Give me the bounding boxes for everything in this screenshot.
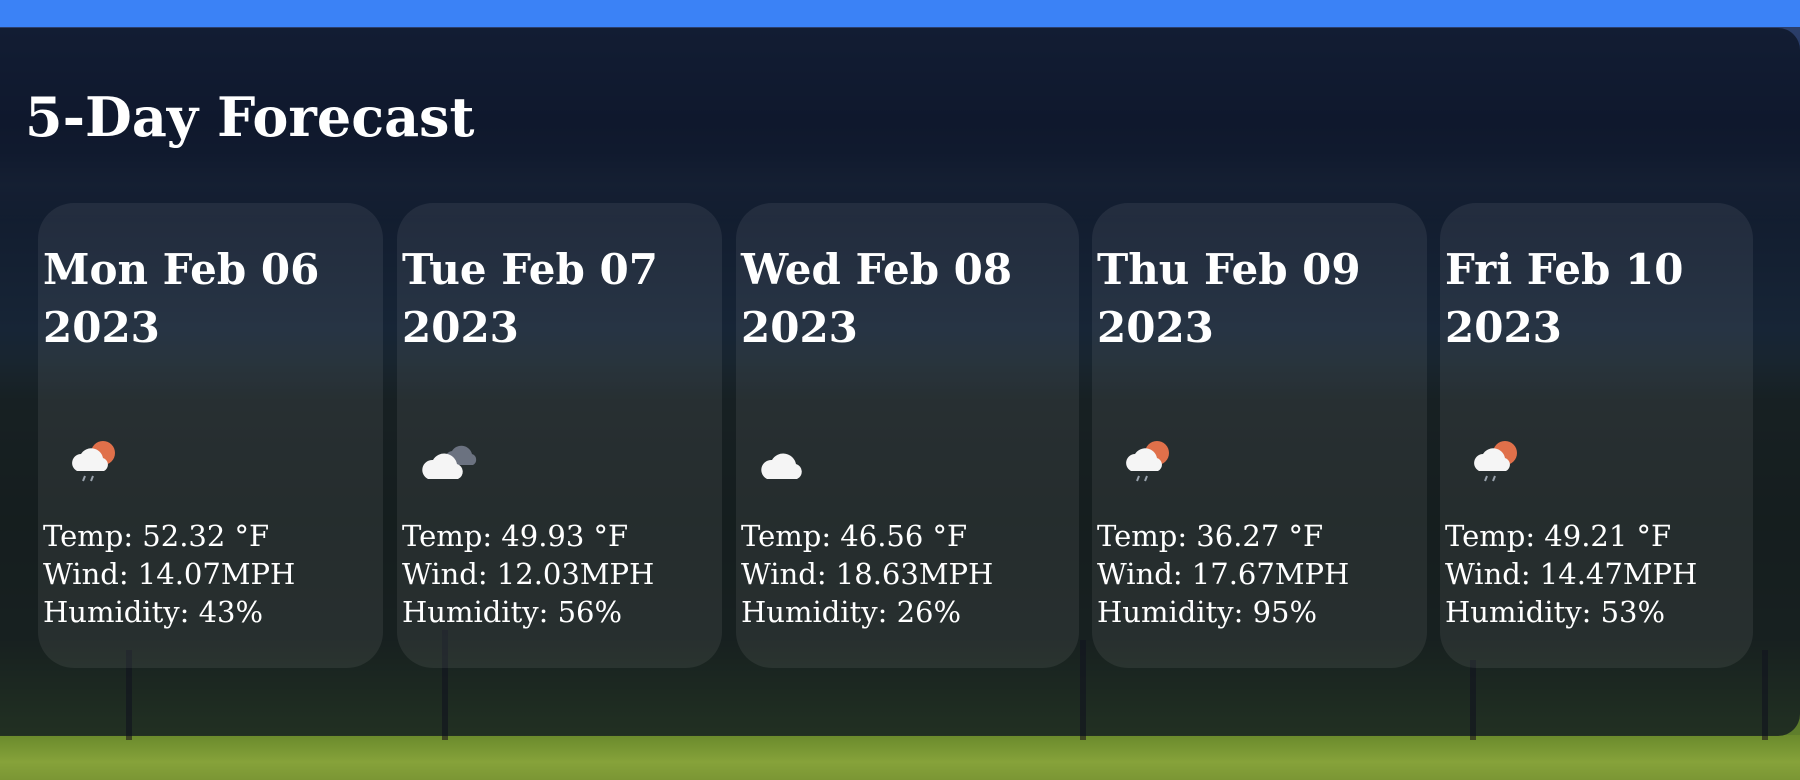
humidity: Humidity: 95% (1097, 595, 1318, 629)
humidity: Humidity: 43% (43, 595, 264, 629)
grass-field (0, 735, 1800, 780)
cloud-icon (761, 453, 802, 479)
temperature: Temp: 49.93 °F (402, 519, 629, 553)
forecast-card: Fri Feb 10 2023 Temp: 49.21 °F Wind: 14.… (1440, 203, 1753, 668)
forecast-card: Thu Feb 09 2023 Temp: 36.27 °F Wind: 17.… (1092, 203, 1427, 668)
weather-stats: Temp: 49.93 °F Wind: 12.03MPH Humidity: … (402, 517, 654, 631)
temperature: Temp: 49.21 °F (1445, 519, 1672, 553)
forecast-card: Tue Feb 07 2023 Temp: 49.93 °F Wind: 12.… (397, 203, 722, 668)
top-accent-bar (0, 0, 1800, 27)
cloud-sun-rain-icon (1474, 441, 1517, 482)
wind-speed: Wind: 14.47MPH (1445, 557, 1698, 591)
temperature: Temp: 52.32 °F (43, 519, 270, 553)
forecast-date: Thu Feb 09 2023 (1097, 245, 1361, 352)
page-title: 5-Day Forecast (25, 85, 475, 149)
broken-clouds-icon (422, 445, 477, 479)
wind-speed: Wind: 14.07MPH (43, 557, 296, 591)
weather-stats: Temp: 52.32 °F Wind: 14.07MPH Humidity: … (43, 517, 295, 631)
cloud-sun-rain-icon (72, 441, 115, 482)
temperature: Temp: 36.27 °F (1097, 519, 1324, 553)
humidity: Humidity: 56% (402, 595, 623, 629)
humidity: Humidity: 26% (741, 595, 962, 629)
wind-speed: Wind: 18.63MPH (741, 557, 994, 591)
forecast-card-list: Mon Feb 06 2023 Temp: 52.32 °F Wind: 14.… (0, 203, 1800, 668)
forecast-date: Fri Feb 10 2023 (1445, 245, 1684, 352)
cloud-sun-rain-icon (1126, 441, 1169, 482)
weather-stats: Temp: 49.21 °F Wind: 14.47MPH Humidity: … (1445, 517, 1697, 631)
weather-stats: Temp: 46.56 °F Wind: 18.63MPH Humidity: … (741, 517, 993, 631)
temperature: Temp: 46.56 °F (741, 519, 968, 553)
forecast-card: Wed Feb 08 2023 Temp: 46.56 °F Wind: 18.… (736, 203, 1079, 668)
forecast-date: Wed Feb 08 2023 (741, 245, 1013, 352)
wind-speed: Wind: 17.67MPH (1097, 557, 1350, 591)
humidity: Humidity: 53% (1445, 595, 1666, 629)
forecast-card: Mon Feb 06 2023 Temp: 52.32 °F Wind: 14.… (38, 203, 383, 668)
forecast-date: Mon Feb 06 2023 (43, 245, 320, 352)
weather-stats: Temp: 36.27 °F Wind: 17.67MPH Humidity: … (1097, 517, 1349, 631)
wind-speed: Wind: 12.03MPH (402, 557, 655, 591)
forecast-date: Tue Feb 07 2023 (402, 245, 658, 352)
